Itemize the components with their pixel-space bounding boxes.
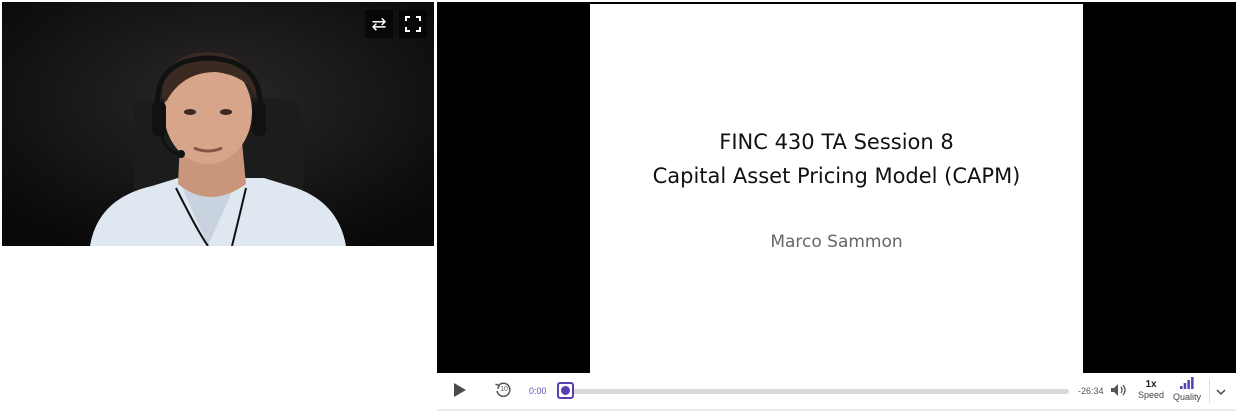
controls-divider (1209, 379, 1210, 403)
rewind-10-button[interactable]: 10 (494, 381, 512, 399)
volume-button[interactable] (1110, 383, 1128, 402)
slide-title-line-1: FINC 430 TA Session 8 (719, 130, 954, 154)
signal-bars-icon (1180, 377, 1194, 389)
presenter-image (2, 2, 434, 246)
player-controls: 10 0:00 -26:34 1x Speed Quality (437, 373, 1236, 411)
quality-label: Quality (1172, 392, 1201, 402)
remaining-time: -26:34 (1078, 386, 1104, 396)
presentation-slide: FINC 430 TA Session 8 Capital Asset Pric… (590, 4, 1083, 373)
swap-arrows-icon: ⇄ (371, 13, 387, 34)
play-button[interactable] (453, 382, 467, 403)
quality-button[interactable]: Quality (1171, 377, 1203, 402)
rewind-10-label: 10 (500, 386, 508, 393)
swap-layout-button[interactable]: ⇄ (365, 10, 393, 38)
current-time: 0:00 (529, 386, 547, 396)
speed-button[interactable]: 1x Speed (1137, 379, 1165, 400)
chevron-down-icon (1216, 389, 1226, 396)
slide-author: Marco Sammon (770, 232, 903, 252)
volume-icon (1111, 384, 1126, 396)
video-player[interactable]: FINC 430 TA Session 8 Capital Asset Pric… (437, 2, 1236, 411)
webcam-video[interactable]: ⇄ (2, 2, 434, 246)
more-options-button[interactable] (1215, 384, 1227, 402)
webcam-fullscreen-button[interactable] (399, 10, 427, 38)
play-icon (454, 383, 466, 397)
speed-value: 1x (1145, 379, 1157, 390)
slide-title-line-2: Capital Asset Pricing Model (CAPM) (652, 164, 1021, 188)
seek-handle[interactable] (557, 382, 574, 399)
fullscreen-icon (405, 16, 421, 32)
seek-bar[interactable] (557, 382, 1069, 399)
speed-label: Speed (1137, 390, 1165, 400)
video-stage[interactable]: FINC 430 TA Session 8 Capital Asset Pric… (437, 2, 1236, 373)
